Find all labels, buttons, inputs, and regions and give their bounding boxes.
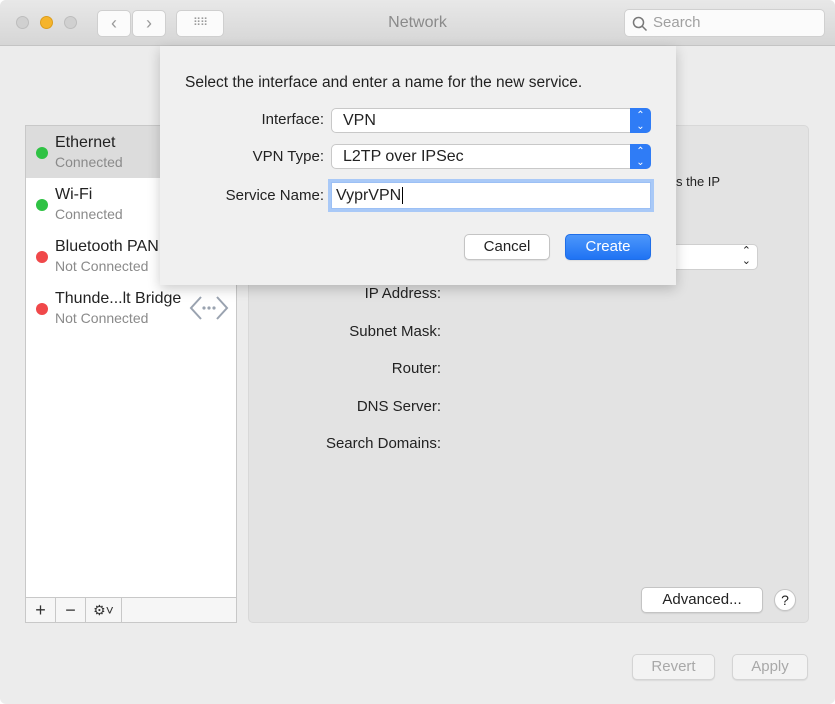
sheet-prompt: Select the interface and enter a name fo… (185, 74, 583, 91)
service-name-input[interactable]: VyprVPN (331, 182, 651, 209)
detail-partial-text: s the IP (676, 174, 721, 189)
search-domains-label: Search Domains: (325, 435, 441, 452)
search-placeholder: Search (653, 14, 701, 31)
title-bar: ‹ › ⠿⠿ Network Search (0, 0, 835, 46)
interface-popup[interactable]: VPN ⌃ ⌄ (331, 108, 651, 133)
service-status: Not Connected (55, 258, 149, 274)
service-status: Connected (55, 154, 123, 170)
service-name: Bluetooth PAN (55, 238, 159, 255)
gear-menu-button[interactable]: ⚙˅ (86, 598, 122, 622)
router-label: Router: (391, 360, 441, 377)
ip-address-label: IP Address: (364, 285, 441, 302)
list-toolbar: + − ⚙˅ (26, 597, 236, 622)
network-window: ‹ › ⠿⠿ Network Search Ethernet Connected… (0, 0, 835, 704)
dns-server-label: DNS Server: (356, 398, 441, 415)
service-name: Thunde...lt Bridge (55, 290, 182, 307)
service-name: Ethernet (55, 134, 116, 151)
new-service-sheet: Select the interface and enter a name fo… (160, 46, 676, 285)
create-button[interactable]: Create (565, 234, 651, 260)
service-status: Connected (55, 206, 123, 222)
bridge-icon (189, 296, 229, 320)
service-name: Wi-Fi (55, 186, 93, 203)
subnet-mask-label: Subnet Mask: (349, 323, 441, 340)
service-name-value: VyprVPN (336, 187, 402, 204)
vpn-type-value: L2TP over IPSec (343, 148, 464, 165)
vpn-type-label: VPN Type: (252, 148, 324, 165)
status-dot-icon (36, 251, 48, 263)
up-down-chevron-icon: ⌃ ⌄ (630, 108, 651, 133)
status-dot-icon (36, 303, 48, 315)
cancel-button[interactable]: Cancel (464, 234, 550, 260)
search-input[interactable]: Search (624, 9, 825, 37)
add-service-button[interactable]: + (26, 598, 56, 622)
status-dot-icon (36, 199, 48, 211)
service-item-thunderbolt-bridge[interactable]: Thunde...lt Bridge Not Connected (26, 282, 236, 334)
service-name-label: Service Name: (225, 187, 324, 204)
revert-button[interactable]: Revert (632, 654, 715, 680)
advanced-button[interactable]: Advanced... (641, 587, 763, 613)
service-status: Not Connected (55, 310, 149, 326)
interface-value: VPN (343, 112, 376, 129)
vpn-type-popup[interactable]: L2TP over IPSec ⌃ ⌄ (331, 144, 651, 169)
remove-service-button[interactable]: − (56, 598, 86, 622)
search-icon (632, 16, 648, 32)
help-button[interactable]: ? (774, 589, 796, 611)
status-dot-icon (36, 147, 48, 159)
up-down-chevron-icon: ⌃ ⌄ (630, 144, 651, 169)
apply-button[interactable]: Apply (732, 654, 808, 680)
up-down-chevron-icon: ⌃ ⌄ (741, 245, 751, 267)
interface-label: Interface: (261, 111, 324, 128)
